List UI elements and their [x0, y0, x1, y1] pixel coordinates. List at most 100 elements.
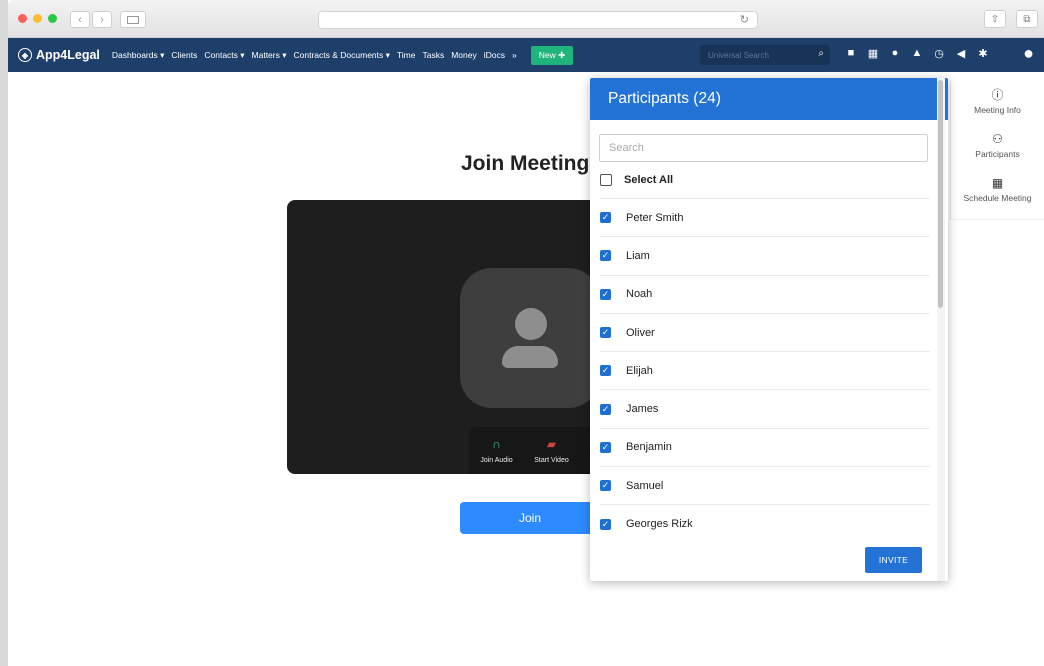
browser-toolbar: ‹ › ↻ ⇧ ⧉	[8, 0, 1044, 38]
tabs-button[interactable]: ⧉	[1016, 10, 1038, 28]
menu-more[interactable]: »	[512, 50, 517, 60]
user-avatar-icon[interactable]: ●	[1023, 43, 1034, 64]
participant-name: Peter Smith	[626, 211, 684, 224]
join-audio-label: Join Audio	[480, 457, 513, 464]
checkbox-checked[interactable]: ✓	[600, 480, 611, 492]
calendar-icon[interactable]: ▦	[867, 47, 879, 60]
logo-icon: ◈	[18, 48, 32, 62]
checkbox-checked[interactable]: ✓	[600, 250, 611, 262]
list-item[interactable]: ✓ Samuel	[600, 466, 930, 504]
video-preview: ∩ Join Audio ▰ Start Video	[287, 200, 597, 474]
menu-contracts-documents[interactable]: Contracts & Documents ▾	[294, 50, 390, 61]
address-bar[interactable]: ↻	[318, 11, 758, 29]
list-item[interactable]: ✓ Noah	[600, 274, 930, 313]
participant-search	[599, 134, 928, 162]
checkbox-checked[interactable]: ✓	[600, 518, 611, 530]
sidebar-icon	[127, 15, 139, 24]
back-button[interactable]: ‹	[70, 11, 90, 28]
participant-avatar	[460, 268, 597, 408]
checkbox-checked[interactable]: ✓	[600, 327, 611, 339]
participant-name: Oliver	[626, 326, 655, 339]
start-video-button[interactable]: ▰ Start Video	[524, 427, 579, 474]
menu-contacts[interactable]: Contacts ▾	[204, 50, 244, 61]
forward-button[interactable]: ›	[92, 11, 112, 28]
people-icon: ⚇	[992, 132, 1003, 146]
list-item[interactable]: ✓ Georges Rizk	[600, 504, 930, 542]
universal-search: ⌕	[700, 45, 830, 66]
select-all-row[interactable]: Select All	[600, 174, 673, 186]
participant-name: Elijah	[626, 364, 653, 377]
invite-button[interactable]: INVITE	[865, 547, 922, 573]
main-menu: Dashboards ▾ Clients Contacts ▾ Matters …	[112, 50, 517, 61]
menu-money[interactable]: Money	[451, 50, 477, 60]
checkbox-checked[interactable]: ✓	[600, 441, 611, 453]
participants-button[interactable]: ⚇ Participants	[951, 124, 1044, 168]
participant-name: Liam	[626, 249, 650, 262]
list-item[interactable]: ✓ Oliver	[600, 312, 930, 351]
clock-icon[interactable]: ◷	[933, 47, 945, 60]
checkbox-checked[interactable]: ✓	[600, 212, 611, 224]
close-window-button[interactable]	[18, 14, 27, 23]
window-edge	[0, 0, 8, 666]
video-icon[interactable]: ■	[845, 47, 857, 60]
list-item[interactable]: ✓ Peter Smith	[600, 198, 930, 236]
list-item[interactable]: ✓ James	[600, 389, 930, 427]
chat-icon[interactable]: ●	[889, 47, 901, 60]
bell-icon[interactable]: ▲	[911, 47, 923, 60]
checkbox-checked[interactable]: ✓	[600, 365, 611, 377]
sidebar-toggle-button[interactable]	[120, 11, 146, 28]
app-name: App4Legal	[36, 48, 100, 62]
participant-search-input[interactable]	[600, 135, 927, 161]
meeting-info-button[interactable]: ⓘ Meeting Info	[951, 80, 1044, 124]
app-logo[interactable]: ◈ App4Legal	[18, 48, 100, 62]
gear-icon[interactable]: ✱	[977, 47, 989, 60]
participant-list: ✓ Peter Smith ✓ Liam ✓ Noah ✓ Oliver ✓ Elijah…	[590, 198, 930, 543]
share-button[interactable]: ⇧	[984, 10, 1006, 28]
video-off-icon: ▰	[546, 437, 557, 451]
join-button[interactable]: Join	[460, 502, 600, 534]
new-button[interactable]: New ✚	[530, 45, 574, 65]
checkbox-checked[interactable]: ✓	[600, 403, 611, 415]
participants-header: Participants (24)	[590, 78, 948, 120]
checkbox-checked[interactable]: ✓	[600, 288, 611, 300]
participant-list-scrollbar[interactable]	[937, 78, 945, 581]
select-all-checkbox[interactable]	[600, 174, 612, 186]
participants-label: Participants	[975, 149, 1020, 159]
meeting-sidepanel: ⓘ Meeting Info ⚇ Participants ▦ Schedule…	[950, 80, 1044, 220]
minimize-window-button[interactable]	[33, 14, 42, 23]
participant-name: Georges Rizk	[626, 518, 693, 531]
avatar-head	[515, 308, 547, 340]
menu-matters[interactable]: Matters ▾	[252, 50, 287, 61]
schedule-meeting-button[interactable]: ▦ Schedule Meeting	[951, 168, 1044, 212]
history-nav: ‹ ›	[70, 11, 112, 28]
start-video-label: Start Video	[534, 457, 569, 464]
list-item[interactable]: ✓ Elijah	[600, 351, 930, 389]
menu-clients[interactable]: Clients	[171, 50, 197, 60]
list-item[interactable]: ✓ Liam	[600, 236, 930, 274]
reload-icon[interactable]: ↻	[740, 13, 749, 26]
menu-idocs[interactable]: iDocs	[484, 50, 505, 60]
menu-tasks[interactable]: Tasks	[422, 50, 444, 60]
media-controls: ∩ Join Audio ▰ Start Video	[469, 427, 597, 474]
participant-name: Samuel	[626, 479, 664, 492]
participants-title: Participants (24)	[608, 90, 721, 107]
participant-name: Benjamin	[626, 441, 672, 454]
meeting-info-label: Meeting Info	[974, 105, 1021, 115]
menu-time[interactable]: Time	[397, 50, 416, 60]
help-circle-icon: ⓘ	[991, 88, 1004, 102]
navbar-icons: ■ ▦ ● ▲ ◷ ◀ ✱	[845, 47, 989, 60]
scrollbar-thumb[interactable]	[938, 80, 943, 308]
zoom-window-button[interactable]	[48, 14, 57, 23]
participants-popup: Participants (24) Select All ✓ Peter Smit…	[590, 78, 948, 581]
schedule-meeting-label: Schedule Meeting	[963, 193, 1032, 203]
participant-name: Noah	[626, 288, 653, 301]
universal-search-input[interactable]	[700, 45, 830, 66]
browser-actions: ⇧ ⧉	[984, 10, 1038, 28]
search-icon[interactable]: ⌕	[818, 48, 824, 59]
window-controls	[18, 14, 57, 23]
join-audio-button[interactable]: ∩ Join Audio	[469, 427, 524, 474]
menu-dashboards[interactable]: Dashboards ▾	[112, 50, 164, 61]
list-item[interactable]: ✓ Benjamin	[600, 427, 930, 466]
page-title: Join Meeting	[461, 152, 590, 175]
megaphone-icon[interactable]: ◀	[955, 47, 967, 60]
